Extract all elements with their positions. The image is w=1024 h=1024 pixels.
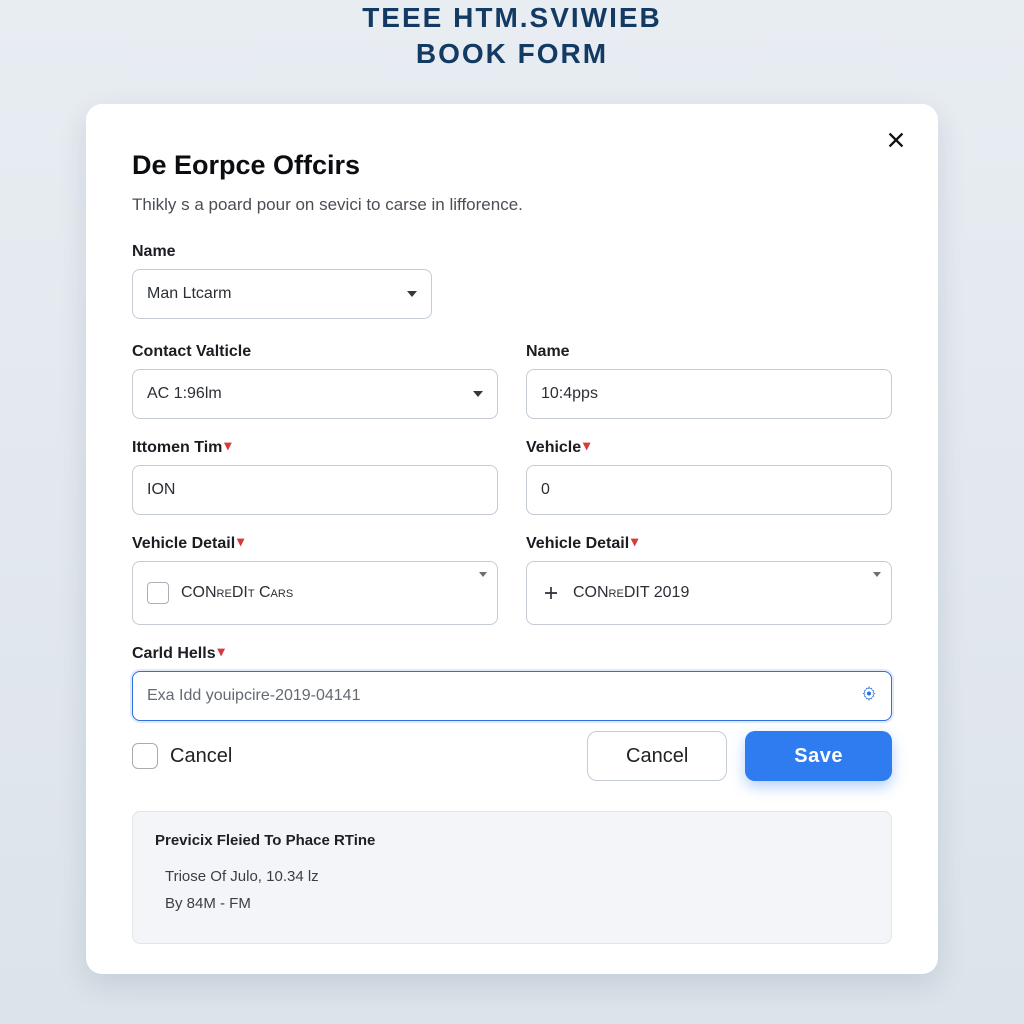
- page-header-line1: TEEE HTM.SVIWIEB: [0, 2, 1024, 34]
- label-vehicle-detail-left: Vehicle Detail▾: [132, 535, 498, 553]
- modal-card: De Eorpce Offcirs Thikly s a poard pour …: [86, 104, 938, 974]
- checkbox-box-icon[interactable]: [132, 743, 158, 769]
- preview-panel: Previcix Fleied To Phace RTine Triose Of…: [132, 811, 892, 944]
- vehicle-detail-right-select[interactable]: CONreDIT 2019: [526, 561, 892, 625]
- name-top-select[interactable]: Man Ltcarm: [132, 269, 432, 319]
- label-carld-hells: Carld Hells▾: [132, 645, 892, 663]
- page-header: TEEE HTM.SVIWIEB BOOK FORM: [0, 0, 1024, 70]
- preview-line1: Triose Of Julo, 10.34 lz: [155, 863, 869, 890]
- label-ittomen-tim: Ittomen Tim▾: [132, 439, 498, 457]
- vehicle-detail-left-select[interactable]: CONreDIt Cars: [132, 561, 498, 625]
- vehicle-input[interactable]: 0: [526, 465, 892, 515]
- ittomen-tim-input[interactable]: ION: [132, 465, 498, 515]
- carld-hells-input[interactable]: Exa Idd youipcire-2019-04141: [132, 671, 892, 721]
- cancel-button[interactable]: Cancel: [587, 731, 727, 781]
- label-name-right: Name: [526, 343, 892, 361]
- gear-icon[interactable]: [861, 686, 877, 707]
- label-vehicle-detail-right: Vehicle Detail▾: [526, 535, 892, 553]
- preview-title: Previcix Fleied To Phace RTine: [155, 832, 869, 849]
- label-vehicle: Vehicle▾: [526, 439, 892, 457]
- name-right-value: 10:4pps: [541, 385, 598, 403]
- save-button[interactable]: Save: [745, 731, 892, 781]
- name-right-input[interactable]: 10:4pps: [526, 369, 892, 419]
- carld-hells-placeholder: Exa Idd youipcire-2019-04141: [147, 687, 360, 705]
- checkbox-icon[interactable]: [147, 582, 169, 604]
- label-contact-valticle: Contact Valticle: [132, 343, 498, 361]
- vehicle-value: 0: [541, 481, 550, 499]
- modal-subtitle: Thikly s a poard pour on sevici to carse…: [132, 195, 892, 215]
- vehicle-detail-right-option: CONreDIT 2019: [573, 584, 689, 602]
- modal-title: De Eorpce Offcirs: [132, 150, 892, 181]
- contact-valticle-select[interactable]: AC 1:96lm: [132, 369, 498, 419]
- vehicle-detail-left-option: CONreDIt Cars: [181, 584, 293, 602]
- cancel-checkbox-label: Cancel: [170, 745, 232, 768]
- actions-row: Cancel Cancel Save: [132, 731, 892, 781]
- close-icon[interactable]: [882, 126, 910, 154]
- contact-valticle-value: AC 1:96lm: [147, 385, 222, 403]
- label-name-top: Name: [132, 243, 432, 261]
- ittomen-tim-value: ION: [147, 481, 175, 499]
- preview-line2: By 84M - FM: [155, 890, 869, 917]
- plus-icon[interactable]: [541, 583, 561, 603]
- name-top-value: Man Ltcarm: [147, 285, 231, 303]
- cancel-checkbox[interactable]: Cancel: [132, 743, 232, 769]
- page-header-line2: BOOK FORM: [0, 38, 1024, 70]
